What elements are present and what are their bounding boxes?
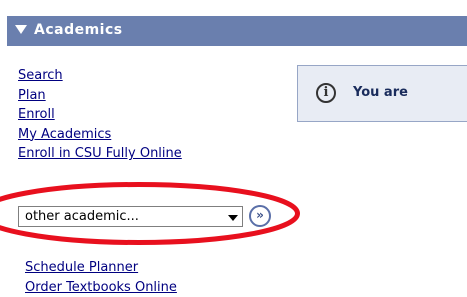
dropdown-arrow-icon[interactable] [228,215,238,221]
enroll-csu-online-link[interactable]: Enroll in CSU Fully Online [18,144,182,164]
bottom-links: Schedule Planner Order Textbooks Online [25,258,177,297]
academics-links: Search Plan Enroll My Academics Enroll i… [18,66,182,164]
go-button[interactable]: » [249,205,271,227]
enroll-link[interactable]: Enroll [18,105,182,125]
info-icon: i [316,83,336,103]
double-chevron-right-icon: » [256,208,264,222]
expand-triangle-icon[interactable] [15,25,27,34]
order-textbooks-link[interactable]: Order Textbooks Online [25,278,177,297]
search-link[interactable]: Search [18,66,182,86]
academics-header[interactable]: Academics [7,16,467,46]
info-notice: i You are [297,65,467,122]
plan-link[interactable]: Plan [18,86,182,106]
academic-options-select[interactable]: other academic... [18,206,243,227]
my-academics-link[interactable]: My Academics [18,125,182,145]
select-value: other academic... [25,209,139,224]
notice-message: You are [353,85,408,100]
schedule-planner-link[interactable]: Schedule Planner [25,258,177,278]
section-title: Academics [34,22,123,38]
